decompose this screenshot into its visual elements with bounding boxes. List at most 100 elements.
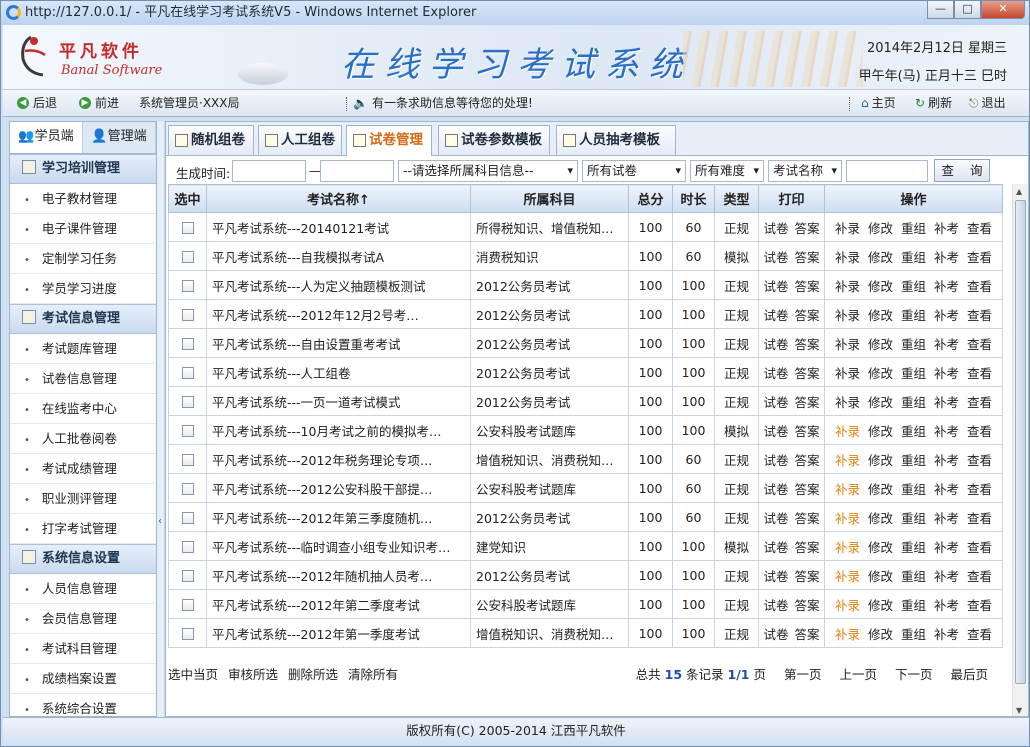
- tab-person-template[interactable]: 人员抽考模板: [556, 125, 676, 155]
- sidebar-item[interactable]: 人员信息管理: [10, 574, 156, 604]
- paper-select[interactable]: 所有试卷: [582, 160, 686, 182]
- makeup-exam-link[interactable]: 补考: [934, 337, 959, 352]
- regroup-link[interactable]: 重组: [901, 308, 926, 323]
- print-paper-link[interactable]: 试卷: [763, 540, 788, 555]
- view-link[interactable]: 查看: [967, 279, 992, 294]
- makeup-exam-link[interactable]: 补考: [934, 221, 959, 236]
- supplement-link[interactable]: 补录: [835, 221, 860, 236]
- print-answer-link[interactable]: 答案: [795, 569, 820, 584]
- tab-manual-paper[interactable]: 人工组卷: [258, 125, 342, 155]
- sidebar-item[interactable]: 考试成绩管理: [10, 454, 156, 484]
- makeup-exam-link[interactable]: 补考: [934, 511, 959, 526]
- modify-link[interactable]: 修改: [868, 366, 893, 381]
- query-button[interactable]: 查 询: [934, 159, 990, 182]
- print-paper-link[interactable]: 试卷: [763, 221, 788, 236]
- modify-link[interactable]: 修改: [868, 598, 893, 613]
- sidebar-item[interactable]: 电子教材管理: [10, 184, 156, 214]
- modify-link[interactable]: 修改: [868, 250, 893, 265]
- makeup-exam-link[interactable]: 补考: [934, 453, 959, 468]
- row-checkbox[interactable]: [181, 512, 194, 524]
- prev-page-link[interactable]: 上一页: [839, 667, 877, 682]
- row-checkbox[interactable]: [181, 483, 194, 495]
- regroup-link[interactable]: 重组: [901, 453, 926, 468]
- view-link[interactable]: 查看: [967, 482, 992, 497]
- sidebar-item[interactable]: 职业测评管理: [10, 484, 156, 514]
- regroup-link[interactable]: 重组: [901, 627, 926, 642]
- regroup-link[interactable]: 重组: [901, 482, 926, 497]
- select-page-link[interactable]: 选中当页: [168, 667, 218, 682]
- row-checkbox[interactable]: [181, 541, 194, 553]
- supplement-link[interactable]: 补录: [835, 511, 860, 526]
- supplement-link[interactable]: 补录: [835, 424, 860, 439]
- sidebar-item[interactable]: 成绩档案设置: [10, 664, 156, 694]
- print-answer-link[interactable]: 答案: [795, 627, 820, 642]
- regroup-link[interactable]: 重组: [901, 337, 926, 352]
- makeup-exam-link[interactable]: 补考: [934, 482, 959, 497]
- print-answer-link[interactable]: 答案: [795, 511, 820, 526]
- notice-message[interactable]: 🔈 有一条求助信息等待您的处理!: [353, 90, 533, 116]
- regroup-link[interactable]: 重组: [901, 598, 926, 613]
- sidebar-item[interactable]: 学员学习进度: [10, 274, 156, 304]
- tab-random-paper[interactable]: 随机组卷: [168, 125, 254, 155]
- row-checkbox[interactable]: [181, 338, 194, 350]
- makeup-exam-link[interactable]: 补考: [934, 569, 959, 584]
- row-checkbox[interactable]: [181, 367, 194, 379]
- vertical-scrollbar[interactable]: ▲ ▼: [1012, 184, 1028, 716]
- print-paper-link[interactable]: 试卷: [763, 308, 788, 323]
- print-paper-link[interactable]: 试卷: [763, 395, 788, 410]
- makeup-exam-link[interactable]: 补考: [934, 540, 959, 555]
- sidebar-item[interactable]: 电子课件管理: [10, 214, 156, 244]
- modify-link[interactable]: 修改: [868, 453, 893, 468]
- field-select[interactable]: 考试名称: [768, 160, 842, 182]
- print-answer-link[interactable]: 答案: [795, 221, 820, 236]
- back-button[interactable]: ◀ 后退: [17, 90, 57, 116]
- view-link[interactable]: 查看: [967, 395, 992, 410]
- view-link[interactable]: 查看: [967, 424, 992, 439]
- regroup-link[interactable]: 重组: [901, 221, 926, 236]
- print-paper-link[interactable]: 试卷: [763, 569, 788, 584]
- scroll-thumb[interactable]: [1015, 200, 1026, 684]
- print-paper-link[interactable]: 试卷: [763, 511, 788, 526]
- row-checkbox[interactable]: [181, 309, 194, 321]
- print-paper-link[interactable]: 试卷: [763, 627, 788, 642]
- row-checkbox[interactable]: [181, 396, 194, 408]
- sidebar-item[interactable]: 在线监考中心: [10, 394, 156, 424]
- view-link[interactable]: 查看: [967, 337, 992, 352]
- tab-admin-side[interactable]: 👤管理端: [83, 122, 156, 153]
- view-link[interactable]: 查看: [967, 308, 992, 323]
- supplement-link[interactable]: 补录: [835, 366, 860, 381]
- modify-link[interactable]: 修改: [868, 540, 893, 555]
- refresh-button[interactable]: ↻ 刷新: [915, 90, 952, 116]
- supplement-link[interactable]: 补录: [835, 279, 860, 294]
- modify-link[interactable]: 修改: [868, 569, 893, 584]
- clear-all-link[interactable]: 清除所有: [348, 667, 398, 682]
- supplement-link[interactable]: 补录: [835, 627, 860, 642]
- modify-link[interactable]: 修改: [868, 627, 893, 642]
- print-answer-link[interactable]: 答案: [795, 598, 820, 613]
- makeup-exam-link[interactable]: 补考: [934, 250, 959, 265]
- view-link[interactable]: 查看: [967, 221, 992, 236]
- date-end-input[interactable]: [320, 160, 394, 182]
- print-answer-link[interactable]: 答案: [795, 453, 820, 468]
- modify-link[interactable]: 修改: [868, 308, 893, 323]
- sidebar-group-header[interactable]: 学习培训管理: [10, 154, 156, 184]
- last-page-link[interactable]: 最后页: [950, 667, 988, 682]
- regroup-link[interactable]: 重组: [901, 511, 926, 526]
- print-paper-link[interactable]: 试卷: [763, 453, 788, 468]
- row-checkbox[interactable]: [181, 454, 194, 466]
- regroup-link[interactable]: 重组: [901, 366, 926, 381]
- row-checkbox[interactable]: [181, 251, 194, 263]
- regroup-link[interactable]: 重组: [901, 569, 926, 584]
- regroup-link[interactable]: 重组: [901, 540, 926, 555]
- sidebar-item[interactable]: 人工批卷阅卷: [10, 424, 156, 454]
- col-name[interactable]: 考试名称↑: [206, 184, 471, 213]
- sidebar-item[interactable]: 考试题库管理: [10, 334, 156, 364]
- supplement-link[interactable]: 补录: [835, 540, 860, 555]
- print-paper-link[interactable]: 试卷: [763, 250, 788, 265]
- regroup-link[interactable]: 重组: [901, 395, 926, 410]
- logout-button[interactable]: ⎋ 退出: [969, 90, 1006, 116]
- print-paper-link[interactable]: 试卷: [763, 482, 788, 497]
- forward-button[interactable]: ▶ 前进: [79, 90, 119, 116]
- maximize-button[interactable]: □: [954, 1, 981, 19]
- supplement-link[interactable]: 补录: [835, 308, 860, 323]
